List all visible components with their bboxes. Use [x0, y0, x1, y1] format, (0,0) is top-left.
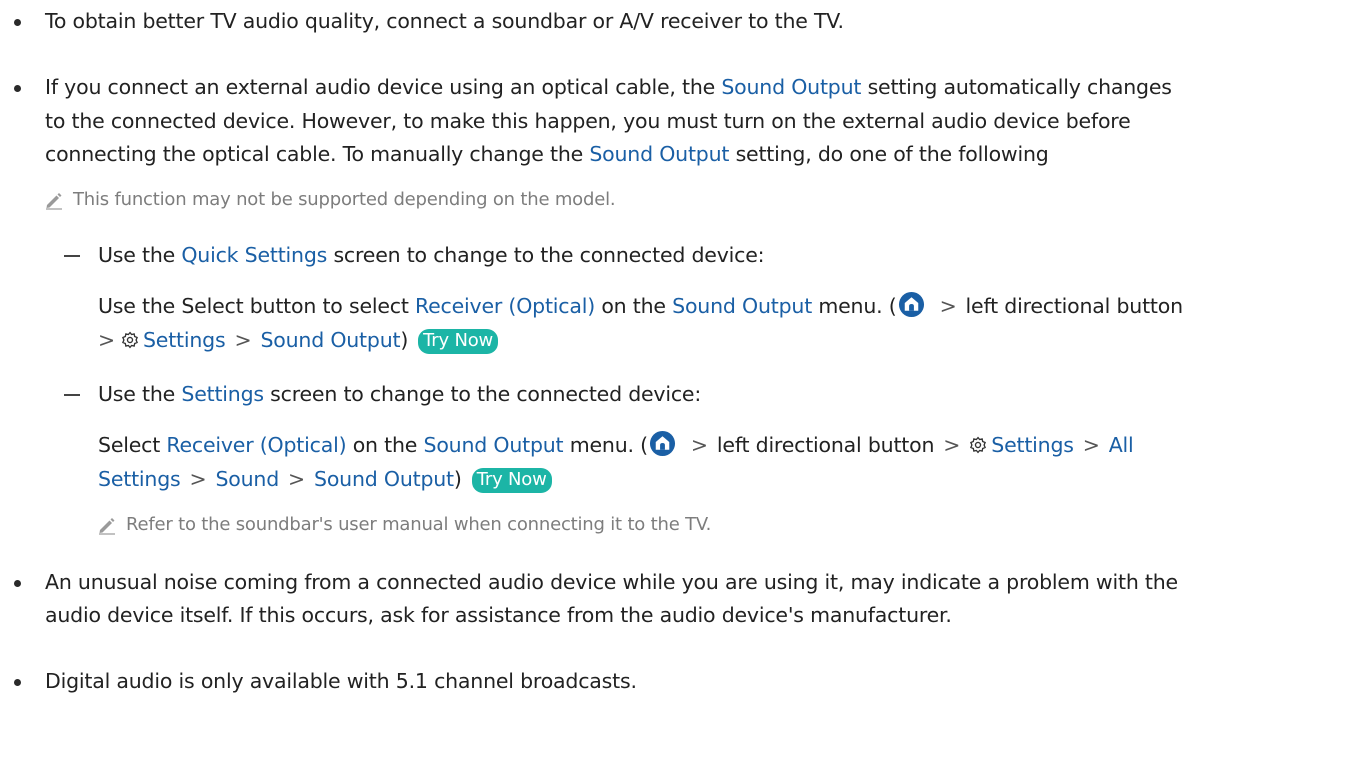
instruction-text: menu. (	[812, 294, 897, 318]
home-icon	[649, 430, 675, 457]
bullet-text: Digital audio is only available with 5.1…	[45, 669, 637, 693]
settings-link[interactable]: Settings	[991, 433, 1074, 457]
bullet-text: audio device itself. If this occurs, ask…	[45, 603, 952, 627]
instruction-text: left directional button	[716, 433, 935, 457]
instruction-text: on the	[346, 433, 424, 457]
all-settings-link[interactable]: All	[1109, 433, 1134, 457]
chevron-right-icon: >	[234, 328, 252, 352]
sound-output-link[interactable]: Sound Output	[260, 328, 400, 352]
dash-text: Use the	[98, 382, 182, 406]
manual-page: To obtain better TV audio quality, conne…	[0, 0, 1349, 778]
sound-output-link[interactable]: Sound Output	[589, 142, 729, 166]
bullet-dot	[14, 580, 21, 587]
try-now-button[interactable]: Try Now	[471, 468, 552, 493]
chevron-right-icon: >	[943, 433, 961, 457]
quick-settings-instruction: Use the Select button to select Receiver…	[98, 291, 1183, 321]
settings-link[interactable]: Settings	[181, 382, 264, 406]
settings-instruction: Select Receiver (Optical) on the Sound O…	[98, 430, 1134, 460]
bullet-dot	[14, 19, 21, 26]
instruction-text: Select	[98, 433, 167, 457]
dash-item-quick-settings: Use the Quick Settings screen to change …	[64, 240, 765, 270]
home-icon	[898, 291, 924, 318]
chevron-right-icon: >	[98, 328, 115, 352]
settings-instruction-line-2: Settings > Sound > Sound Output) Try Now	[98, 464, 552, 494]
sound-output-link[interactable]: Sound Output	[314, 467, 454, 491]
chevron-right-icon: >	[288, 467, 306, 491]
sound-output-link[interactable]: Sound Output	[424, 433, 564, 457]
bullet-dot	[14, 679, 21, 686]
bullet-item-4: Digital audio is only available with 5.1…	[14, 666, 637, 696]
bullet-text: to the connected device. However, to mak…	[45, 109, 1131, 133]
chevron-right-icon: >	[189, 467, 207, 491]
bullet-dot	[14, 85, 21, 92]
chevron-right-icon: >	[690, 433, 708, 457]
dash-text: Use the	[98, 243, 182, 267]
bullet-text: An unusual noise coming from a connected…	[45, 570, 1178, 594]
bullet-text: connecting the optical cable. To manuall…	[45, 142, 590, 166]
dash-text: screen to change to the connected device…	[327, 243, 765, 267]
sound-output-link[interactable]: Sound Output	[672, 294, 812, 318]
gear-icon	[970, 436, 987, 454]
bullet-item-3-line-2: audio device itself. If this occurs, ask…	[45, 600, 952, 630]
chevron-right-icon: >	[1082, 433, 1100, 457]
bullet-text: setting automatically changes	[861, 75, 1172, 99]
bullet-text: To obtain better TV audio quality, conne…	[45, 9, 844, 33]
instruction-text: )	[453, 467, 462, 491]
sound-output-link[interactable]: Sound Output	[721, 75, 861, 99]
bullet-item-2: If you connect an external audio device …	[14, 72, 1172, 102]
receiver-optical-link[interactable]: Receiver (Optical)	[166, 433, 346, 457]
bullet-item-2-line-2: to the connected device. However, to mak…	[45, 106, 1131, 136]
quick-settings-link[interactable]: Quick Settings	[181, 243, 327, 267]
instruction-text: left directional button	[965, 294, 1184, 318]
instruction-text: Use the Select button to select	[98, 294, 415, 318]
pencil-icon	[99, 518, 115, 535]
sound-link[interactable]: Sound	[215, 467, 279, 491]
note-model-support: This function may not be supported depen…	[73, 189, 616, 210]
all-settings-link[interactable]: Settings	[98, 467, 181, 491]
gear-icon	[122, 331, 138, 349]
pencil-icon	[46, 193, 62, 210]
instruction-text: on the	[595, 294, 673, 318]
try-now-button[interactable]: Try Now	[418, 329, 499, 354]
receiver-optical-link[interactable]: Receiver (Optical)	[415, 294, 595, 318]
bullet-text: If you connect an external audio device …	[45, 75, 722, 99]
note-soundbar-manual: Refer to the soundbar's user manual when…	[126, 514, 712, 535]
chevron-right-icon: >	[939, 294, 957, 318]
bullet-item-2-line-3: connecting the optical cable. To manuall…	[45, 139, 1049, 169]
quick-settings-instruction-line-2: > Settings > Sound Output) Try Now	[98, 325, 499, 355]
instruction-text: menu. (	[563, 433, 648, 457]
bullet-item-1: To obtain better TV audio quality, conne…	[14, 6, 844, 36]
dash-text: screen to change to the connected device…	[263, 382, 702, 406]
settings-link[interactable]: Settings	[143, 328, 226, 352]
dash-item-settings: Use the Settings screen to change to the…	[64, 379, 702, 409]
dash-marker	[64, 255, 80, 257]
dash-marker	[64, 394, 80, 396]
bullet-text: setting, do one of the following	[729, 142, 1049, 166]
instruction-text: )	[400, 328, 409, 352]
bullet-item-3: An unusual noise coming from a connected…	[14, 567, 1178, 597]
